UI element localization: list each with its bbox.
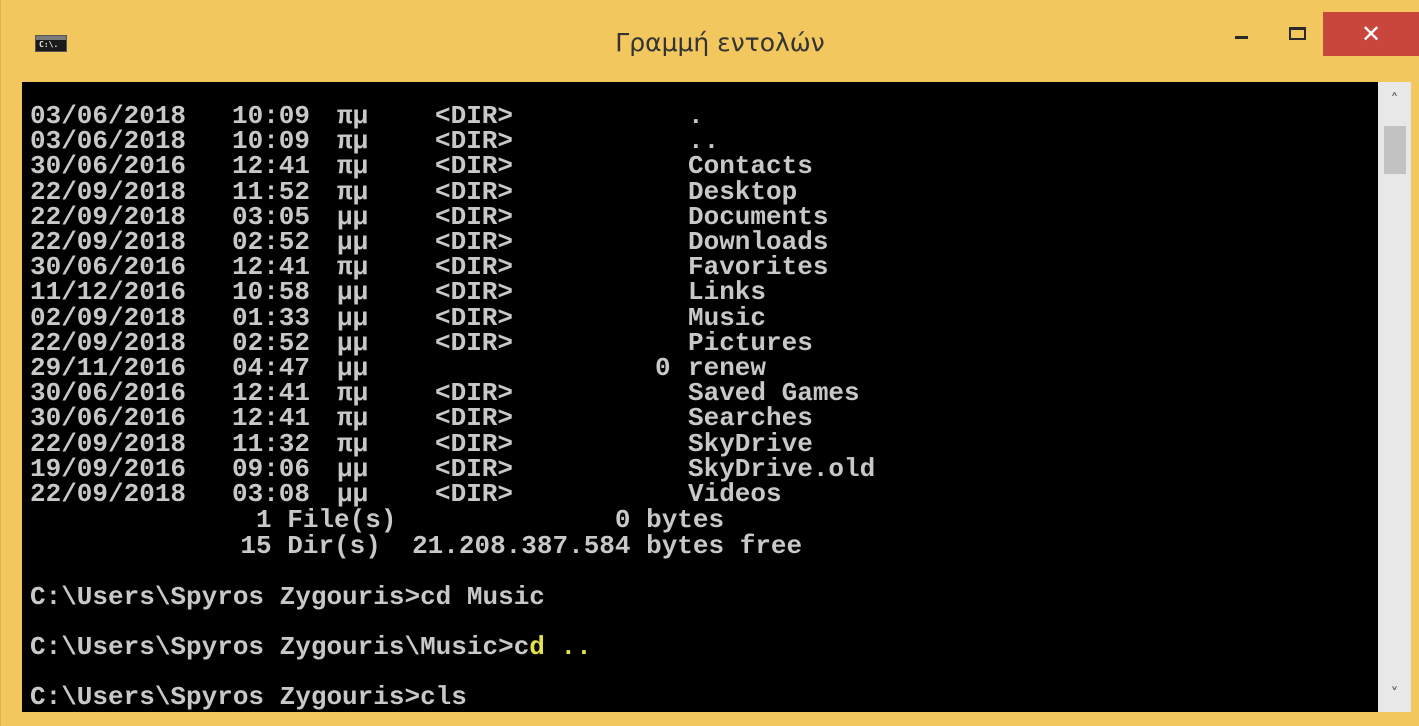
minimize-icon [1235,36,1248,39]
listing-date: 30/06/2016 [30,151,187,182]
listing-name: Music [688,302,767,333]
prompt-line-1: C:\Users\Spyros Zygouris>cd Music [30,582,545,612]
scroll-up-arrow-icon[interactable]: ˄ [1378,82,1411,118]
listing-time: 01:33 [232,302,311,333]
listing-size: 0 [655,353,671,383]
listing-date: 22/09/2018 [30,479,187,509]
listing-ampm: πμ [337,176,369,207]
window-title: Γραμμή εντολών [615,28,825,57]
dirs-summary: 15 Dir(s) 21.208.387.584 bytes free [22,531,803,561]
listing-time: 12:41 [232,403,311,434]
listing-row: 11/12/2016 10:58 μμ <DIR> Links [22,277,1378,308]
listing-ampm: μμ [337,302,369,333]
listing-row: 22/09/2018 03:08 μμ <DIR> Videos [22,479,1378,509]
vertical-scrollbar[interactable]: ˄ ˅ [1378,82,1411,712]
listing-ampm: πμ [337,151,369,182]
listing-ampm: πμ [337,428,369,459]
close-icon: ✕ [1360,20,1382,48]
prompt-line-3[interactable]: C:\Users\Spyros Zygouris>cls [30,682,467,712]
listing-name: Links [688,277,767,308]
listing-date: 22/09/2018 [30,176,187,207]
listing-name: SkyDrive [688,428,813,459]
listing-dir-tag: <DIR> [435,176,514,207]
listing-date: 30/06/2016 [30,403,187,434]
maximize-icon [1289,27,1306,40]
listing-date: 11/12/2016 [30,277,187,308]
listing-row: 22/09/2018 11:52 πμ <DIR> Desktop [22,176,1378,207]
listing-time: 03:08 [232,479,311,509]
listing-dir-tag: <DIR> [435,302,514,333]
close-button[interactable]: ✕ [1323,12,1419,56]
maximize-button[interactable] [1281,12,1325,56]
scroll-down-arrow-icon[interactable]: ˅ [1378,676,1411,712]
listing-row: 02/09/2018 01:33 μμ <DIR> Music [22,302,1378,333]
listing-row: 22/09/2018 11:32 πμ <DIR> SkyDrive [22,428,1378,459]
listing-date: 22/09/2018 [30,428,187,459]
files-summary: 1 File(s) 0 bytes [22,505,725,535]
console-output[interactable]: 03/06/2018 10:09 πμ <DIR>. 03/06/2018 10:09 πμ… [22,82,1378,712]
prompt-path: C:\Users\Spyros Zygouris> [30,682,421,712]
listing-dir-tag: <DIR> [435,428,514,459]
listing-dir-tag: <DIR> [435,151,514,182]
listing-dir-tag: <DIR> [435,479,514,509]
listing-ampm: μμ [337,277,369,308]
prompt-path: C:\Users\Spyros Zygouris> [30,582,421,612]
listing-row: 30/06/2016 12:41 πμ <DIR> Contacts [22,151,1378,182]
title-bar[interactable]: C:\. Γραμμή εντολών ✕ [1,0,1419,82]
listing-name: Contacts [688,151,813,182]
listing-time: 12:41 [232,151,311,182]
listing-dir-tag: <DIR> [435,403,514,434]
listing-row: 30/06/2016 12:41 πμ <DIR> Searches [22,403,1378,434]
listing-time: 11:32 [232,428,311,459]
listing-date: 02/09/2018 [30,302,187,333]
listing-ampm: μμ [337,479,369,509]
listing-name: Desktop [688,176,798,207]
minimize-button[interactable] [1226,12,1270,56]
prompt-command: cd Music [420,582,545,612]
cmd-window: C:\. Γραμμή εντολών ✕ 03/06/2018 10:09 πμ <… [0,0,1419,726]
scroll-thumb[interactable] [1384,126,1406,174]
listing-time: 10:58 [232,277,311,308]
listing-dir-tag: <DIR> [435,277,514,308]
prompt-command: c [513,632,530,662]
prompt-command: cls [420,682,467,712]
prompt-line-2: C:\Users\Spyros Zygouris\Music>cd .. [30,632,592,662]
listing-dir-tag: <DIR> [435,327,514,358]
prompt-path: C:\Users\Spyros Zygouris\Music> [30,632,514,662]
listing-time: 11:52 [232,176,311,207]
listing-name: Searches [688,403,813,434]
listing-name: Videos [688,479,782,509]
prompt-command-highlight: d .. [529,632,592,662]
listing-ampm: πμ [337,403,369,434]
